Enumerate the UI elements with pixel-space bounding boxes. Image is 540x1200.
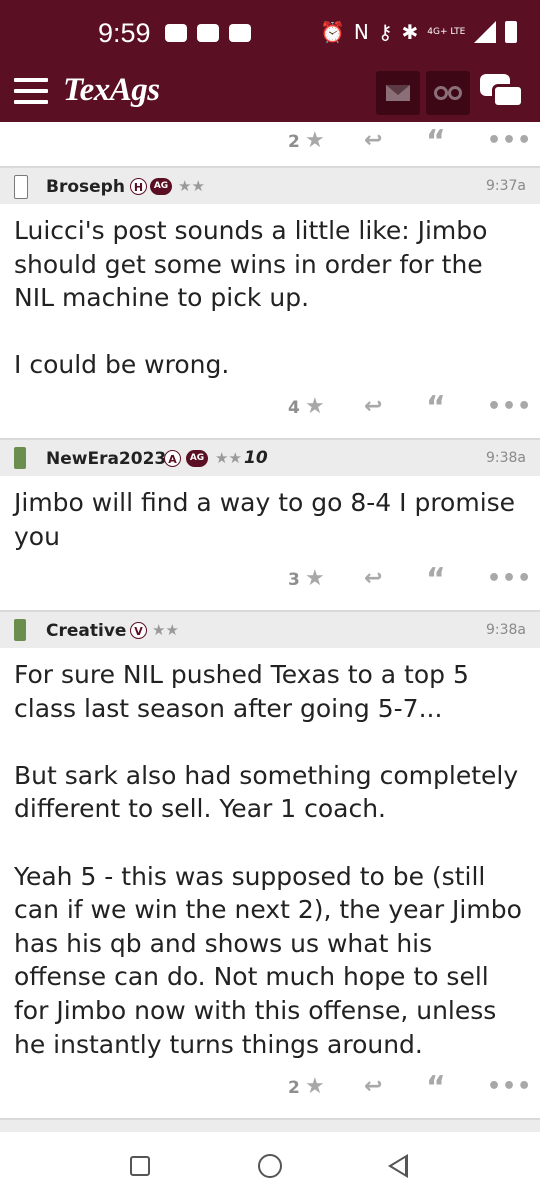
quote-icon[interactable]: “ <box>426 390 446 425</box>
quote-icon[interactable]: “ <box>426 124 446 159</box>
recent-apps-icon[interactable] <box>130 1156 150 1176</box>
star-icon[interactable]: ★ <box>305 394 325 419</box>
post-body: Jimbo will find a way to go 8-4 I promis… <box>14 488 516 551</box>
menu-icon[interactable] <box>14 78 48 108</box>
thread-content: 2 ★ ↩ “ ••• Broseph H AG ★★ 9:37a Luicci… <box>0 122 540 1132</box>
post-header: NewEra2023 A AG ★★ 10 9:38a <box>0 438 540 476</box>
star-icon[interactable]: ★ <box>305 1074 325 1099</box>
like-count: 3 <box>288 570 300 590</box>
reply-icon[interactable]: ↩ <box>364 128 382 153</box>
post-actions: 3 ★ ↩ “ ••• <box>0 560 540 600</box>
more-icon[interactable]: ••• <box>487 566 532 591</box>
youtube-icon <box>165 24 187 42</box>
system-icons: ⏰ N ⚷ ✱ 4G+ LTE <box>320 20 518 44</box>
user-stars: ★★ <box>152 621 179 639</box>
post-body: For sure NIL pushed Texas to a top 5 cla… <box>14 660 522 1059</box>
signal-icon <box>474 21 497 43</box>
nfc-icon: N <box>353 20 369 44</box>
like-count: 2 <box>288 132 300 152</box>
post-username[interactable]: Broseph <box>46 177 125 197</box>
key-icon: ⚷ <box>377 20 393 44</box>
binoculars-icon-right <box>448 86 462 100</box>
ten-badge: 10 <box>244 448 268 468</box>
notification-icons <box>165 24 251 42</box>
post-username[interactable]: Creative <box>46 621 126 641</box>
badge-ag: AG <box>150 178 172 195</box>
watch-button[interactable] <box>426 71 470 115</box>
chat-icon[interactable] <box>480 74 526 114</box>
post-actions: 4 ★ ↩ “ ••• <box>0 388 540 428</box>
app-bar: TexAgs <box>0 66 540 122</box>
reply-icon[interactable]: ↩ <box>364 394 382 419</box>
system-nav-bar <box>0 1132 540 1200</box>
post-actions: 2 ★ ↩ “ ••• <box>0 122 540 162</box>
phone-icon <box>14 447 26 469</box>
reply-icon[interactable]: ↩ <box>364 1074 382 1099</box>
network-type: 4G+ LTE <box>427 26 466 37</box>
post-body: Luicci's post sounds a little like: Jimb… <box>14 216 488 380</box>
envelope-icon <box>386 85 410 101</box>
binoculars-icon <box>434 86 448 100</box>
badge-a: A <box>164 450 181 467</box>
status-time: 9:59 <box>98 18 151 48</box>
site-logo[interactable]: TexAgs <box>63 72 160 109</box>
post-time: 9:38a <box>485 450 526 466</box>
badge-v: V <box>130 622 147 639</box>
more-icon[interactable]: ••• <box>487 394 532 419</box>
post-header: Broseph H AG ★★ 9:37a <box>0 166 540 204</box>
more-icon[interactable]: ••• <box>487 1074 532 1099</box>
post-header-partial <box>0 1118 540 1132</box>
phone-icon <box>14 619 26 641</box>
quote-icon[interactable]: “ <box>426 562 446 597</box>
more-icon[interactable]: ••• <box>487 128 532 153</box>
like-count: 2 <box>288 1078 300 1098</box>
mail-notification-icon <box>229 24 251 42</box>
post-time: 9:38a <box>485 622 526 638</box>
post-header: Creative V ★★ 9:38a <box>0 610 540 648</box>
post-time: 9:37a <box>485 178 526 194</box>
post-actions: 2 ★ ↩ “ ••• <box>0 1068 540 1108</box>
star-icon[interactable]: ★ <box>305 128 325 153</box>
home-icon[interactable] <box>258 1154 282 1178</box>
battery-icon <box>505 21 518 43</box>
like-count: 4 <box>288 398 300 418</box>
quote-icon[interactable]: “ <box>426 1070 446 1105</box>
note-icon <box>14 175 28 199</box>
user-stars: ★★ <box>215 449 242 467</box>
star-icon[interactable]: ★ <box>305 566 325 591</box>
radio-icon <box>197 24 219 42</box>
status-bar: 9:59 ⏰ N ⚷ ✱ 4G+ LTE <box>0 0 540 66</box>
badge-h: H <box>130 178 147 195</box>
badge-ag: AG <box>186 450 208 467</box>
messages-button[interactable] <box>376 71 420 115</box>
bluetooth-icon: ✱ <box>401 20 419 44</box>
post-username[interactable]: NewEra2023 <box>46 449 166 469</box>
back-icon[interactable] <box>388 1154 408 1178</box>
alarm-icon: ⏰ <box>320 20 345 44</box>
reply-icon[interactable]: ↩ <box>364 566 382 591</box>
user-stars: ★★ <box>178 177 205 195</box>
